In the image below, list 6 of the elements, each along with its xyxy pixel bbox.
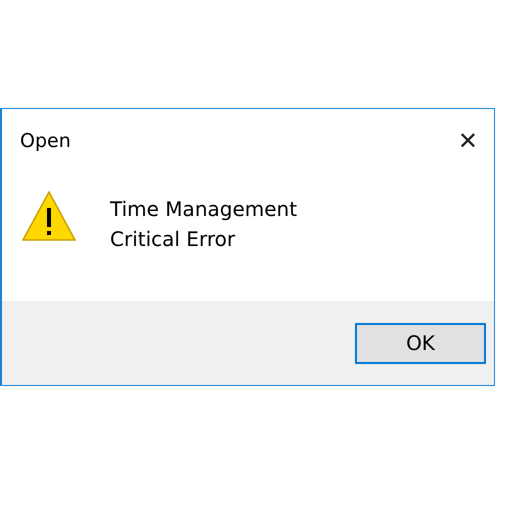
window-title: Open: [20, 130, 71, 152]
ok-button[interactable]: OK: [355, 322, 486, 364]
message-text: Critical Error: [110, 227, 236, 251]
close-button[interactable]: ✕: [450, 127, 486, 155]
warning-icon: [22, 191, 76, 241]
message-text: Time Management: [110, 197, 298, 221]
